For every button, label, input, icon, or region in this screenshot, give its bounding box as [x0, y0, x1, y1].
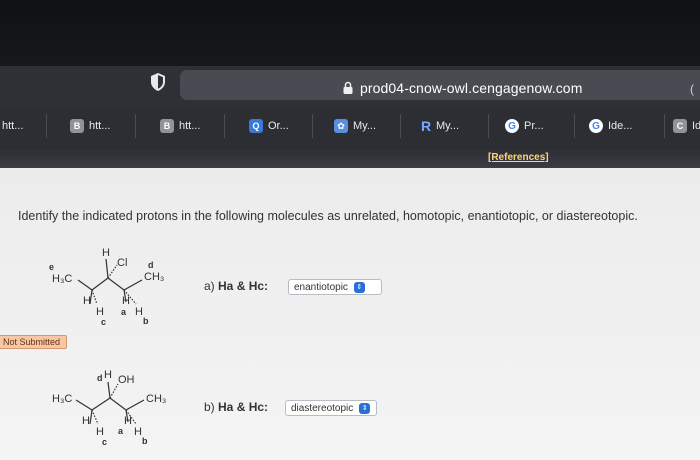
tab-separator: [312, 114, 313, 138]
molecule-2-structure: d H OH H₃C CH₃ H H H a H b c: [52, 369, 166, 447]
label-a: a: [118, 426, 124, 436]
r-icon: R: [420, 118, 432, 134]
my-icon: ✿: [334, 119, 348, 133]
label-d: d: [148, 260, 154, 270]
bookmark-2[interactable]: B htt...: [70, 112, 110, 140]
answer-a-select[interactable]: enantiotopic ⇕: [288, 279, 382, 295]
tab-separator: [574, 114, 575, 138]
label-e: e: [49, 262, 54, 272]
dropdown-icon: ⇕: [353, 281, 365, 293]
bookmark-label: My...: [353, 120, 377, 132]
label-h3c: H₃C: [52, 273, 72, 285]
google-icon: G: [505, 119, 519, 133]
molecule-1-structure: e H₃C H Cl d CH₃ H H H a H b c: [49, 247, 164, 327]
label-h-left: H: [82, 415, 90, 427]
label-h-top: H: [104, 369, 112, 381]
dropdown-icon: ⇕: [359, 402, 371, 414]
label-h3c: H₃C: [52, 393, 72, 405]
bookmark-8[interactable]: G Ide...: [589, 112, 632, 140]
bookmark-label: Or...: [268, 120, 289, 132]
bookmark-label: Ide...: [608, 120, 633, 132]
label-h-top: H: [102, 247, 110, 259]
label-c: c: [101, 317, 106, 327]
tab-separator: [400, 114, 401, 138]
browser-top-bar: [0, 0, 700, 66]
bookmark-6[interactable]: R My...: [421, 112, 459, 140]
bookmark-1[interactable]: htt...: [2, 112, 23, 140]
url-display[interactable]: prod04-cnow-owl.cengagenow.com: [342, 78, 582, 98]
status-badge: Not Submitted: [0, 335, 68, 349]
b-icon: B: [70, 119, 84, 133]
references-bar: [0, 146, 700, 168]
tab-separator: [664, 114, 665, 138]
answer-a-value: enantiotopic: [294, 281, 348, 293]
q-icon: Q: [249, 119, 263, 133]
c-icon: C: [673, 119, 687, 133]
label-d: d: [97, 373, 103, 383]
tab-separator: [135, 114, 136, 138]
bookmark-label: My...: [436, 120, 460, 132]
label-a: a: [121, 307, 127, 317]
url-right-fragment: (: [690, 82, 694, 96]
bookmark-label: htt...: [89, 120, 111, 132]
google-icon: G: [589, 119, 603, 133]
label-b: b: [143, 316, 149, 326]
label-h-left: H: [83, 295, 91, 307]
bookmark-7[interactable]: G Pr...: [505, 112, 544, 140]
question-b-label: b) Ha & Hc:: [204, 400, 269, 414]
label-c: c: [102, 437, 107, 447]
answer-b-value: diastereotopic: [291, 402, 354, 414]
bookmark-4[interactable]: Q Or...: [249, 112, 289, 140]
bookmark-label: htt...: [2, 120, 24, 132]
answer-b-select[interactable]: diastereotopic ⇕: [285, 400, 377, 416]
tab-separator: [46, 114, 47, 138]
b-icon: B: [160, 119, 174, 133]
url-text: prod04-cnow-owl.cengagenow.com: [360, 80, 583, 96]
label-ch3: CH₃: [144, 271, 164, 283]
bookmark-label: htt...: [179, 120, 201, 132]
bookmark-label: Pr...: [524, 120, 544, 132]
bookmark-5[interactable]: ✿ My...: [334, 112, 376, 140]
question-text: Identify the indicated protons in the fo…: [18, 209, 638, 223]
bookmark-3[interactable]: B htt...: [160, 112, 200, 140]
label-h-a: H: [124, 415, 132, 427]
bookmark-9[interactable]: C Id: [673, 112, 700, 140]
question-a-label: a) Ha & Hc:: [204, 279, 269, 293]
tab-separator: [488, 114, 489, 138]
label-ch3: CH₃: [146, 393, 166, 405]
label-h-b: H: [134, 426, 142, 438]
label-cl: Cl: [117, 257, 127, 269]
references-link[interactable]: [References]: [488, 152, 549, 163]
bookmark-label: Id: [692, 120, 700, 132]
tab-separator: [224, 114, 225, 138]
label-h-a: H: [122, 295, 130, 307]
shield-icon[interactable]: [148, 72, 168, 92]
label-oh: OH: [118, 374, 135, 386]
label-b: b: [142, 436, 148, 446]
label-h-b: H: [135, 306, 143, 318]
lock-icon: [343, 81, 353, 94]
